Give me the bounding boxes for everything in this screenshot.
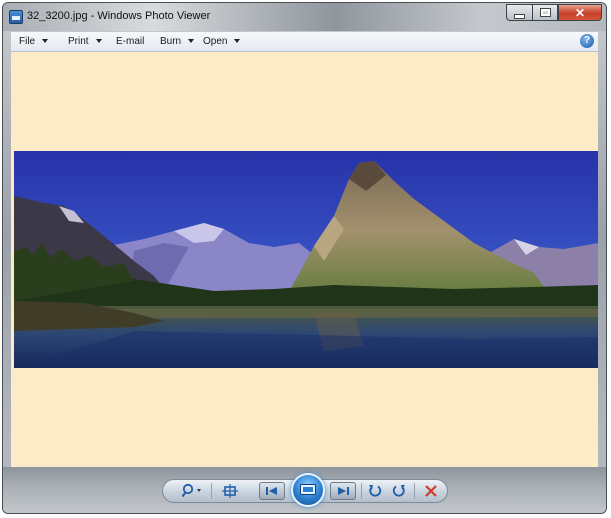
toolbar-separator [414,483,415,499]
photo-viewer-app-icon[interactable] [9,10,23,24]
play-slideshow-button[interactable] [291,473,325,507]
close-button[interactable]: ✕ [558,4,602,21]
bottom-toolbar [3,467,606,513]
menu-file[interactable]: File [19,36,49,47]
toolbar-separator [361,483,362,499]
rotate-counterclockwise-icon [369,485,382,497]
window-title: 32_3200.jpg - Windows Photo Viewer [27,10,211,22]
actual-size-button[interactable] [219,482,241,500]
delete-icon [425,485,437,497]
zoom-icon [181,483,201,498]
previous-icon [266,487,277,495]
chevron-down-icon [95,39,102,44]
menu-burn[interactable]: Burn [160,36,195,47]
close-icon: ✕ [574,5,586,20]
rotate-counterclockwise-button[interactable] [365,482,385,500]
next-button[interactable] [330,482,356,500]
slideshow-icon [300,484,316,495]
maximize-button[interactable] [532,4,558,21]
chevron-down-icon [234,39,241,44]
zoom-button[interactable] [179,482,205,500]
chevron-down-icon [188,39,195,44]
minimize-button[interactable] [506,4,532,21]
mountain-lake-photo [14,151,598,368]
previous-button[interactable] [259,482,285,500]
title-bar[interactable]: 32_3200.jpg - Windows Photo Viewer ✕ [3,3,606,31]
minimize-icon [514,13,525,19]
photo-viewer-window: 32_3200.jpg - Windows Photo Viewer ✕ Fil… [2,2,607,514]
delete-button[interactable] [421,482,441,500]
rotate-clockwise-button[interactable] [389,482,409,500]
menu-bar: File Print E-mail Burn Open ? [11,32,598,52]
maximize-icon [540,9,550,16]
chevron-down-icon [42,39,49,44]
next-icon [338,487,349,495]
menu-email[interactable]: E-mail [116,36,144,47]
menu-print[interactable]: Print [68,36,102,47]
help-icon[interactable]: ? [580,34,594,48]
rotate-clockwise-icon [392,485,405,497]
displayed-photo [14,151,598,368]
actual-size-icon [222,484,238,498]
window-controls: ✕ [506,4,602,22]
menu-open[interactable]: Open [203,36,241,47]
toolbar-separator [211,483,212,499]
image-viewing-area [11,52,598,467]
